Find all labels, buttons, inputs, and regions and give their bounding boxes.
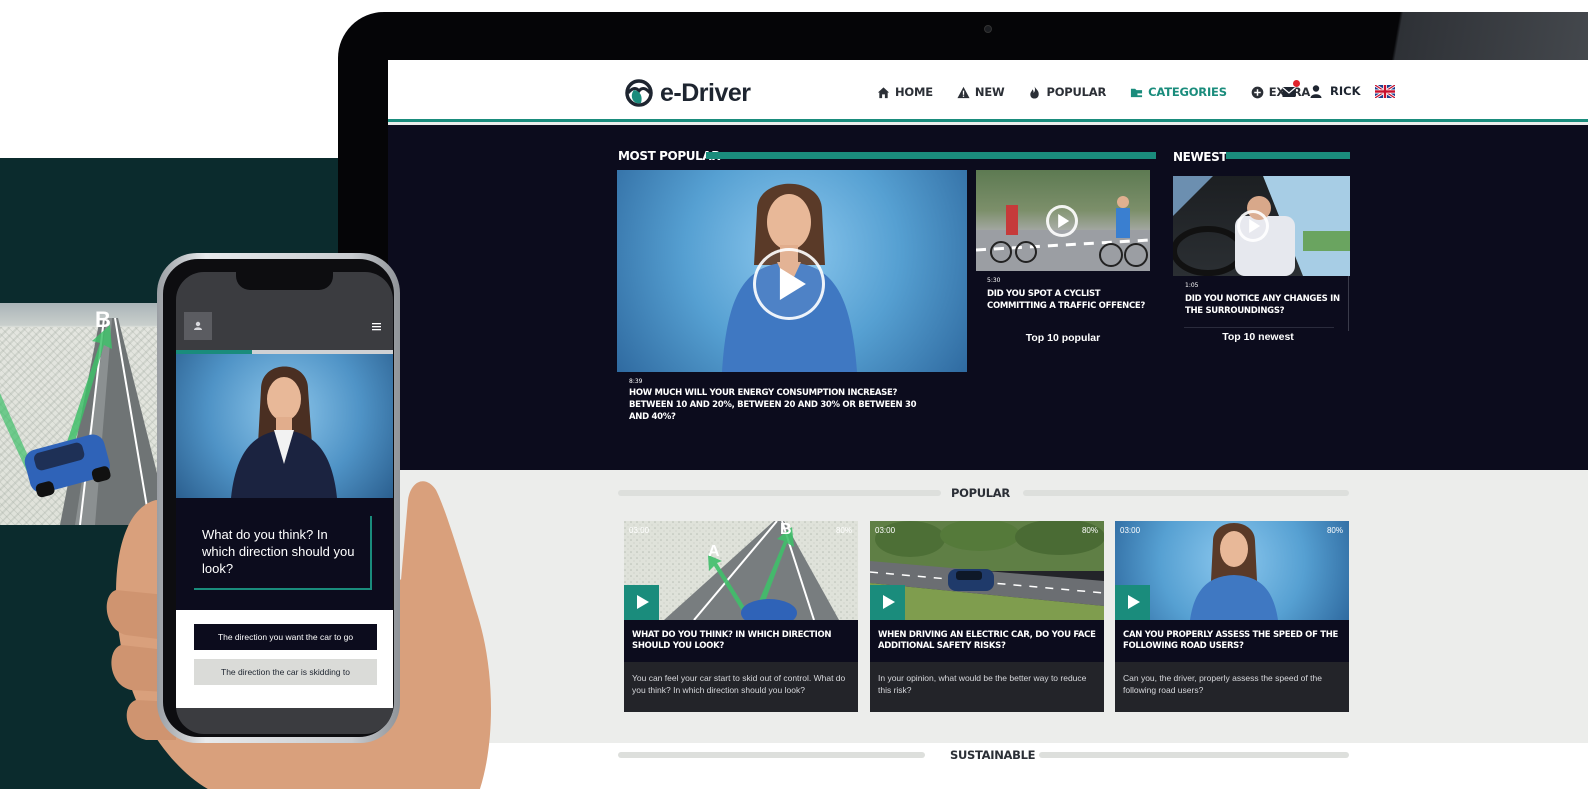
user-area: RICK bbox=[1282, 80, 1395, 98]
card-label-b: B bbox=[780, 521, 792, 538]
card-image-presenter: 03:00 80% bbox=[1115, 521, 1349, 620]
logo[interactable]: e-Driver bbox=[624, 78, 751, 108]
scene-label-b: B bbox=[95, 307, 111, 332]
top10-newest-link[interactable]: Top 10 newest bbox=[1173, 331, 1343, 343]
newest-play-icon[interactable] bbox=[1237, 210, 1269, 242]
card-popularity: 80% bbox=[835, 526, 852, 535]
nav-new-label: NEW bbox=[974, 85, 1005, 99]
plus-circle-icon bbox=[1251, 86, 1264, 98]
newest-video[interactable] bbox=[1173, 176, 1350, 276]
navbar: e-Driver HOME NEW POPULAR CATEGORIES RIC… bbox=[388, 60, 1588, 122]
nav-categories-label: CATEGORIES bbox=[1148, 85, 1227, 99]
card-label-a: A bbox=[708, 543, 720, 560]
nav-new[interactable]: NEW bbox=[957, 85, 1005, 99]
flame-icon bbox=[1030, 85, 1040, 99]
phone-answers: The direction you want the car to go The… bbox=[176, 610, 393, 708]
hero-section: MOST POPULAR NEWEST .hero .thumb[data-na… bbox=[388, 125, 1588, 470]
answer-option[interactable]: The direction you want the car to go bbox=[194, 624, 377, 650]
video-card[interactable]: 03:00 80% CAN YOU PROPERLY ASSESS THE SP… bbox=[1115, 521, 1349, 712]
sustainable-divider-left bbox=[618, 752, 925, 758]
popular-divider-left bbox=[618, 490, 941, 496]
newest-time: 1:05 bbox=[1185, 282, 1199, 289]
second-time: 5:30 bbox=[987, 277, 1001, 284]
mail-button[interactable] bbox=[1282, 80, 1300, 97]
card-title[interactable]: CAN YOU PROPERLY ASSESS THE SPEED OF THE… bbox=[1115, 620, 1349, 662]
phone-presenter-image bbox=[231, 366, 337, 498]
card-play-button[interactable] bbox=[624, 585, 659, 620]
top10-popular-link[interactable]: Top 10 popular bbox=[976, 332, 1150, 344]
popular-title: POPULAR bbox=[951, 486, 1010, 500]
featured-video[interactable] bbox=[617, 170, 967, 372]
home-icon bbox=[877, 86, 890, 98]
card-title[interactable]: WHEN DRIVING AN ELECTRIC CAR, DO YOU FAC… bbox=[870, 620, 1104, 662]
second-play-icon[interactable] bbox=[1046, 205, 1078, 237]
card-popularity: 80% bbox=[1326, 526, 1343, 535]
phone-video[interactable] bbox=[176, 354, 393, 498]
featured-play-icon[interactable] bbox=[753, 248, 825, 320]
video-card[interactable]: 03:00 80% WHEN DRIVING AN ELECTRIC CAR, … bbox=[870, 521, 1104, 712]
nav-popular[interactable]: POPULAR bbox=[1028, 85, 1106, 99]
newest-title: NEWEST bbox=[1173, 150, 1228, 164]
smartphone: What do you think? In which direction sh… bbox=[157, 253, 400, 743]
most-popular-title: MOST POPULAR bbox=[618, 149, 721, 163]
phone-user-button[interactable] bbox=[184, 312, 212, 340]
phone-notch bbox=[236, 272, 333, 290]
user-icon bbox=[194, 321, 202, 330]
card-duration: 03:00 bbox=[629, 526, 650, 535]
nav-popular-label: POPULAR bbox=[1046, 85, 1107, 99]
user-menu[interactable]: RICK bbox=[1310, 84, 1361, 98]
second-video[interactable] bbox=[976, 170, 1150, 271]
card-image-electric-car: 03:00 80% bbox=[870, 521, 1104, 620]
answer-option[interactable]: The direction the car is skidding to bbox=[194, 659, 377, 685]
camera-icon bbox=[984, 25, 992, 33]
sustainable-divider-right bbox=[1039, 752, 1349, 758]
notification-badge bbox=[1293, 80, 1300, 87]
card-image-skid: A B 03:00 80% bbox=[624, 521, 858, 620]
user-name: RICK bbox=[1330, 84, 1361, 98]
card-duration: 03:00 bbox=[1120, 526, 1141, 535]
logo-text: e-Driver bbox=[660, 78, 751, 107]
second-title[interactable]: DID YOU SPOT A CYCLIST COMMITTING A TRAF… bbox=[987, 288, 1147, 312]
phone-question-box: What do you think? In which direction sh… bbox=[194, 516, 372, 590]
nav-categories[interactable]: CATEGORIES bbox=[1130, 85, 1227, 99]
featured-time: 8:39 bbox=[629, 378, 643, 385]
card-description: You can feel your car start to skid out … bbox=[632, 673, 846, 695]
phone-screen: What do you think? In which direction sh… bbox=[176, 272, 393, 734]
newest-border bbox=[1348, 276, 1349, 331]
card-duration: 03:00 bbox=[875, 526, 896, 535]
card-popularity: 80% bbox=[1081, 526, 1098, 535]
card-title[interactable]: WHAT DO YOU THINK? IN WHICH DIRECTION SH… bbox=[624, 620, 858, 662]
card-play-button[interactable] bbox=[870, 585, 905, 620]
website-screen: e-Driver HOME NEW POPULAR CATEGORIES RIC… bbox=[388, 60, 1588, 789]
hamburger-menu-icon[interactable] bbox=[372, 322, 381, 331]
video-card[interactable]: A B 03:00 80% WHAT DO YOU THINK? IN WHIC… bbox=[624, 521, 858, 712]
warning-icon bbox=[957, 86, 970, 98]
user-icon bbox=[1310, 84, 1322, 98]
phone-question-text: What do you think? In which direction sh… bbox=[202, 527, 355, 576]
phone-question-panel: What do you think? In which direction sh… bbox=[176, 498, 393, 610]
most-popular-divider bbox=[706, 152, 1156, 159]
newest-title[interactable]: DID YOU NOTICE ANY CHANGES IN THE SURROU… bbox=[1185, 293, 1345, 317]
sustainable-title: SUSTAINABLE bbox=[950, 748, 1036, 762]
nav-home-label: HOME bbox=[895, 85, 933, 99]
uk-flag-icon[interactable] bbox=[1374, 84, 1395, 98]
featured-title[interactable]: HOW MUCH WILL YOUR ENERGY CONSUMPTION IN… bbox=[629, 387, 929, 423]
newest-separator bbox=[1184, 327, 1334, 328]
mail-icon bbox=[1282, 87, 1296, 97]
card-description: In your opinion, what would be the bette… bbox=[878, 673, 1087, 695]
newest-divider bbox=[1226, 152, 1350, 159]
card-play-button[interactable] bbox=[1115, 585, 1150, 620]
phone-header bbox=[176, 312, 393, 342]
folder-icon bbox=[1131, 88, 1144, 97]
nav-home[interactable]: HOME bbox=[877, 85, 933, 99]
main-nav: HOME NEW POPULAR CATEGORIES EXTRA bbox=[877, 85, 1334, 99]
steering-leaf-icon bbox=[625, 79, 653, 107]
card-description: Can you, the driver, properly assess the… bbox=[1123, 673, 1322, 695]
popular-divider-right bbox=[1023, 490, 1349, 496]
